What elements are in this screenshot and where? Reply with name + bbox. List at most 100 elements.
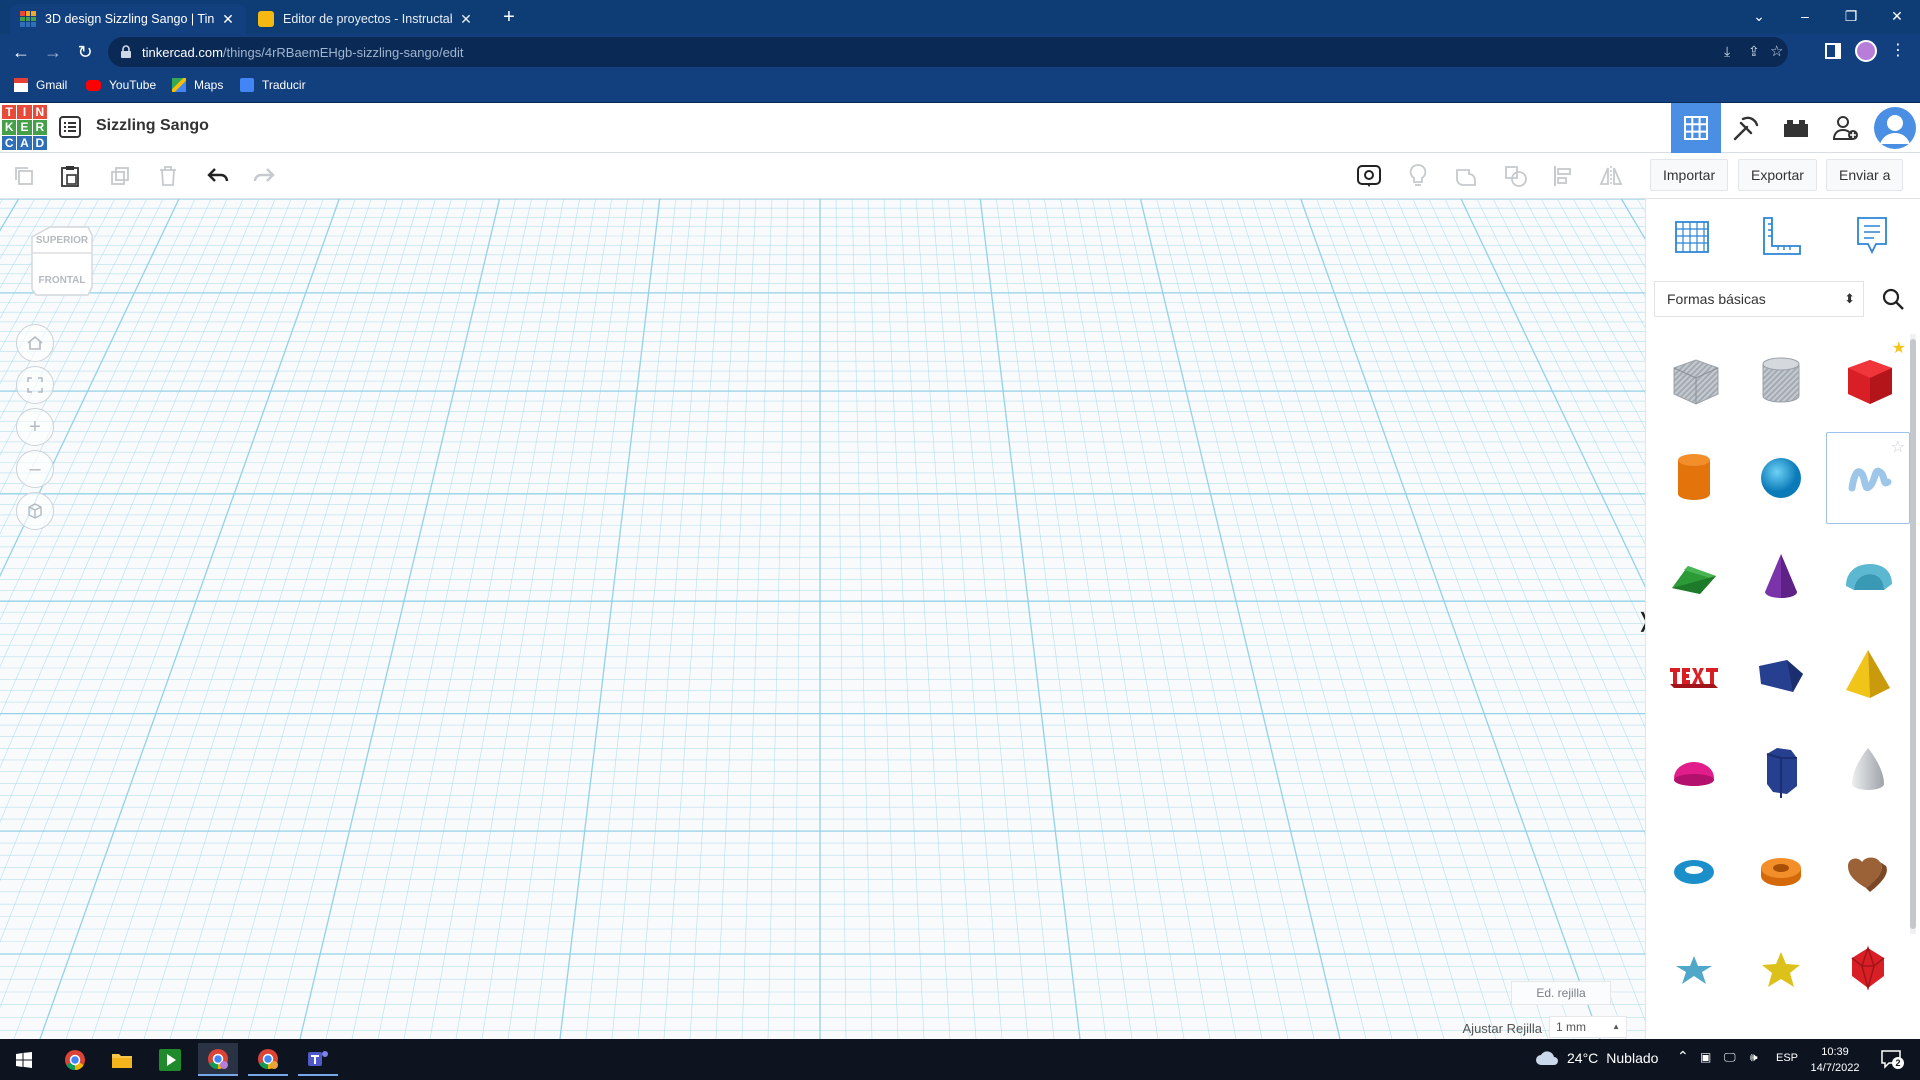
import-button[interactable]: Importar [1650,159,1729,191]
shape-box-hole[interactable] [1652,334,1736,426]
notes-light-button[interactable] [1404,162,1432,190]
start-button[interactable] [4,1043,44,1076]
taskbar-media-app[interactable] [150,1043,190,1076]
user-avatar[interactable] [1870,103,1920,153]
shape-heart[interactable] [1826,824,1910,916]
shape-star[interactable] [1652,922,1736,1014]
shape-scribble[interactable]: ☆ [1826,432,1910,524]
shape-box[interactable]: ★ [1826,334,1910,426]
fit-view-button[interactable] [16,366,54,404]
minimize-button[interactable]: – [1782,0,1828,32]
shape-cone[interactable] [1739,530,1823,622]
close-tab-icon[interactable]: ✕ [458,11,474,28]
bookmark-star-icon[interactable]: ☆ [1770,42,1783,60]
shape-wedge[interactable] [1739,628,1823,720]
reload-icon[interactable]: ↻ [74,42,96,64]
bookmark-maps[interactable]: Maps [172,78,223,92]
notes-tool-button[interactable] [1846,213,1898,259]
edit-grid-button[interactable]: Ed. rejilla [1511,981,1611,1005]
show-all-button[interactable] [1355,162,1383,190]
shape-paraboloid[interactable] [1826,726,1910,818]
shape-icosahedron[interactable] [1826,922,1910,1014]
zoom-out-button[interactable]: – [16,450,54,488]
weather-widget[interactable]: 24°C Nublado [1535,1050,1658,1066]
design-list-icon[interactable] [58,115,82,139]
shape-cylinder-hole[interactable] [1739,334,1823,426]
search-shapes-button[interactable] [1874,281,1912,317]
close-window-button[interactable]: ✕ [1874,0,1920,32]
share-icon[interactable]: ⇪ [1748,43,1760,60]
shape-star-yellow[interactable] [1739,922,1823,1014]
copy-button[interactable] [10,162,38,190]
ruler-tool-button[interactable] [1756,213,1808,259]
input-language[interactable]: ESP [1776,1052,1798,1064]
shape-library-select[interactable]: Formas básicas ⬍ [1654,281,1864,317]
bookmark-youtube[interactable]: YouTube [86,78,156,92]
side-panel-icon[interactable] [1825,43,1841,59]
redo-button[interactable] [250,162,278,190]
shape-pyramid[interactable] [1826,628,1910,720]
paste-button[interactable] [56,162,84,190]
taskbar-chrome-profile-2[interactable] [248,1043,288,1076]
show-hidden-icons-icon[interactable]: ⌃ [1677,1048,1689,1065]
shape-roof[interactable] [1652,530,1736,622]
notification-center-button[interactable]: 2 [1880,1048,1904,1070]
bookmark-translate[interactable]: Traducir [240,78,306,92]
panel-scrollbar-thumb[interactable] [1910,339,1916,929]
zoom-in-button[interactable]: + [16,408,54,446]
volume-icon[interactable]: 🕪 [1750,1050,1758,1065]
send-to-button[interactable]: Enviar a [1826,159,1904,191]
shape-tube[interactable] [1739,824,1823,916]
taskbar-file-explorer[interactable] [102,1043,142,1076]
restore-button[interactable]: ❐ [1828,0,1874,32]
taskbar-chrome-profile-1[interactable] [198,1043,238,1076]
mirror-button[interactable] [1597,162,1625,190]
tab-instructables[interactable]: Editor de proyectos - Instructable ✕ [248,4,484,34]
align-button[interactable] [1550,162,1578,190]
network-icon[interactable]: 🖵 [1724,1050,1736,1065]
delete-button[interactable] [154,162,182,190]
group-button[interactable] [1453,162,1481,190]
tab-tinkercad[interactable]: 3D design Sizzling Sango | Tinker ✕ [10,4,246,34]
profile-avatar[interactable] [1855,40,1877,62]
favorite-star-icon[interactable]: ☆ [1891,437,1905,457]
browser-menu-icon[interactable]: ⋮ [1890,40,1906,60]
close-tab-icon[interactable]: ✕ [220,11,236,28]
taskbar-teams[interactable] [298,1043,338,1076]
home-view-button[interactable] [16,324,54,362]
install-app-icon[interactable]: ⤓ [1724,43,1730,60]
taskbar-chrome[interactable] [55,1043,95,1076]
ungroup-button[interactable] [1502,162,1530,190]
workplane-grid[interactable] [0,199,1645,1039]
new-tab-button[interactable]: + [497,6,521,30]
workplane[interactable]: SUPERIOR FRONTAL + – Ed. rejilla Ajustar… [0,199,1645,1039]
perspective-button[interactable] [16,492,54,530]
bookmark-gmail[interactable]: Gmail [14,78,67,92]
workplane-tool-button[interactable] [1666,213,1718,259]
undo-button[interactable] [204,162,232,190]
bricks-view-button[interactable] [1771,103,1821,153]
snap-grid-select[interactable]: 1 mm ▲ [1549,1016,1627,1038]
tinkercad-logo[interactable]: T I N K E R C A D [2,105,47,150]
shape-cylinder[interactable] [1652,432,1736,524]
shape-round-roof[interactable] [1826,530,1910,622]
view-cube[interactable]: SUPERIOR FRONTAL [30,223,94,297]
blocks-view-button[interactable] [1721,103,1771,153]
invite-user-button[interactable] [1821,103,1871,153]
forward-icon[interactable]: → [42,42,64,64]
shape-torus[interactable] [1652,824,1736,916]
tab-search-icon[interactable]: ⌄ [1736,0,1782,32]
export-button[interactable]: Exportar [1738,159,1817,191]
duplicate-button[interactable] [106,162,134,190]
shape-half-sphere[interactable] [1652,726,1736,818]
clock[interactable]: 10:39 14/7/2022 [1805,1044,1865,1076]
meet-now-icon[interactable]: ▣ [1700,1050,1711,1064]
shape-polygon[interactable] [1739,726,1823,818]
back-icon[interactable]: ← [10,42,32,64]
shape-sphere[interactable] [1739,432,1823,524]
omnibox[interactable]: tinkercad.com/things/4rRBaemEHgb-sizzlin… [108,37,1788,67]
3d-design-view-button[interactable] [1671,103,1721,153]
design-title[interactable]: Sizzling Sango [96,117,209,135]
favorite-star-icon[interactable]: ★ [1892,338,1906,358]
shape-text[interactable] [1652,628,1736,720]
